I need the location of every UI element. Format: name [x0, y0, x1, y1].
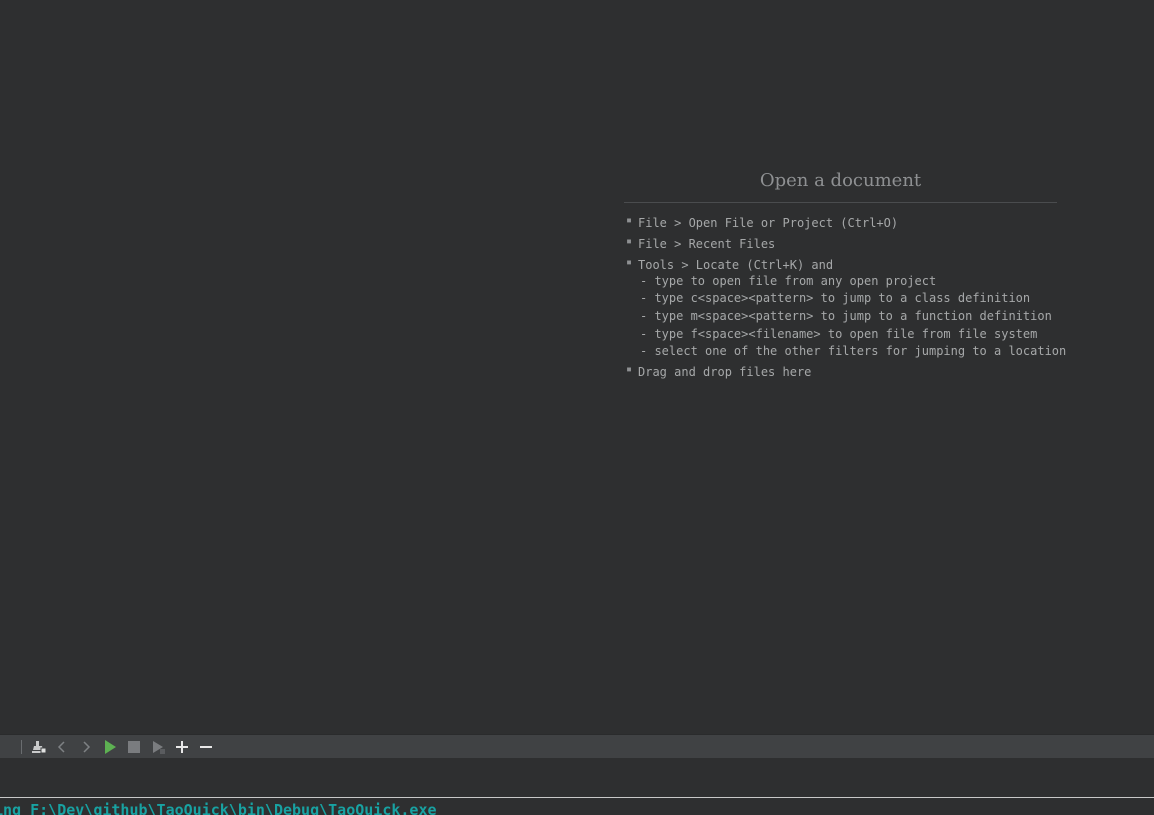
- locate-subitem: - type c<space><pattern> to jump to a cl…: [640, 291, 1031, 305]
- locate-subitem: - type to open file from any open projec…: [640, 274, 937, 288]
- title-divider: [624, 202, 1057, 203]
- stop-icon[interactable]: [125, 738, 143, 756]
- locate-subitem: - select one of the other filters for ju…: [640, 344, 1067, 358]
- next-icon[interactable]: [77, 738, 95, 756]
- previous-icon[interactable]: [53, 738, 71, 756]
- toolbar-separator: [21, 740, 22, 754]
- editor-area[interactable]: Open a document ▪ File > Open File or Pr…: [0, 0, 1154, 734]
- output-text: ing F:\Dev\github\TaoQuick\bin\Debug\Tao…: [0, 801, 437, 815]
- run-icon[interactable]: [101, 738, 119, 756]
- bullet-icon: ▪: [626, 236, 633, 247]
- output-toolbar: [0, 734, 1154, 759]
- bullet-icon: ▪: [626, 364, 633, 375]
- output-pane[interactable]: [0, 758, 1154, 797]
- locate-subitem: - type f<space><filename> to open file f…: [640, 327, 1038, 341]
- output-line: ing F:\Dev\github\TaoQuick\bin\Debug\Tao…: [0, 798, 1154, 815]
- open-document-title: Open a document: [759, 170, 922, 191]
- zoom-in-icon[interactable]: [173, 738, 191, 756]
- attach-icon[interactable]: [149, 738, 167, 756]
- bullet-icon: ▪: [626, 215, 633, 226]
- zoom-out-icon[interactable]: [197, 738, 215, 756]
- bullet-icon: ▪: [626, 257, 633, 268]
- clear-icon[interactable]: [29, 738, 47, 756]
- locate-subitem: - type m<space><pattern> to jump to a fu…: [640, 309, 1052, 323]
- open-document-panel: Open a document ▪ File > Open File or Pr…: [624, 170, 1067, 379]
